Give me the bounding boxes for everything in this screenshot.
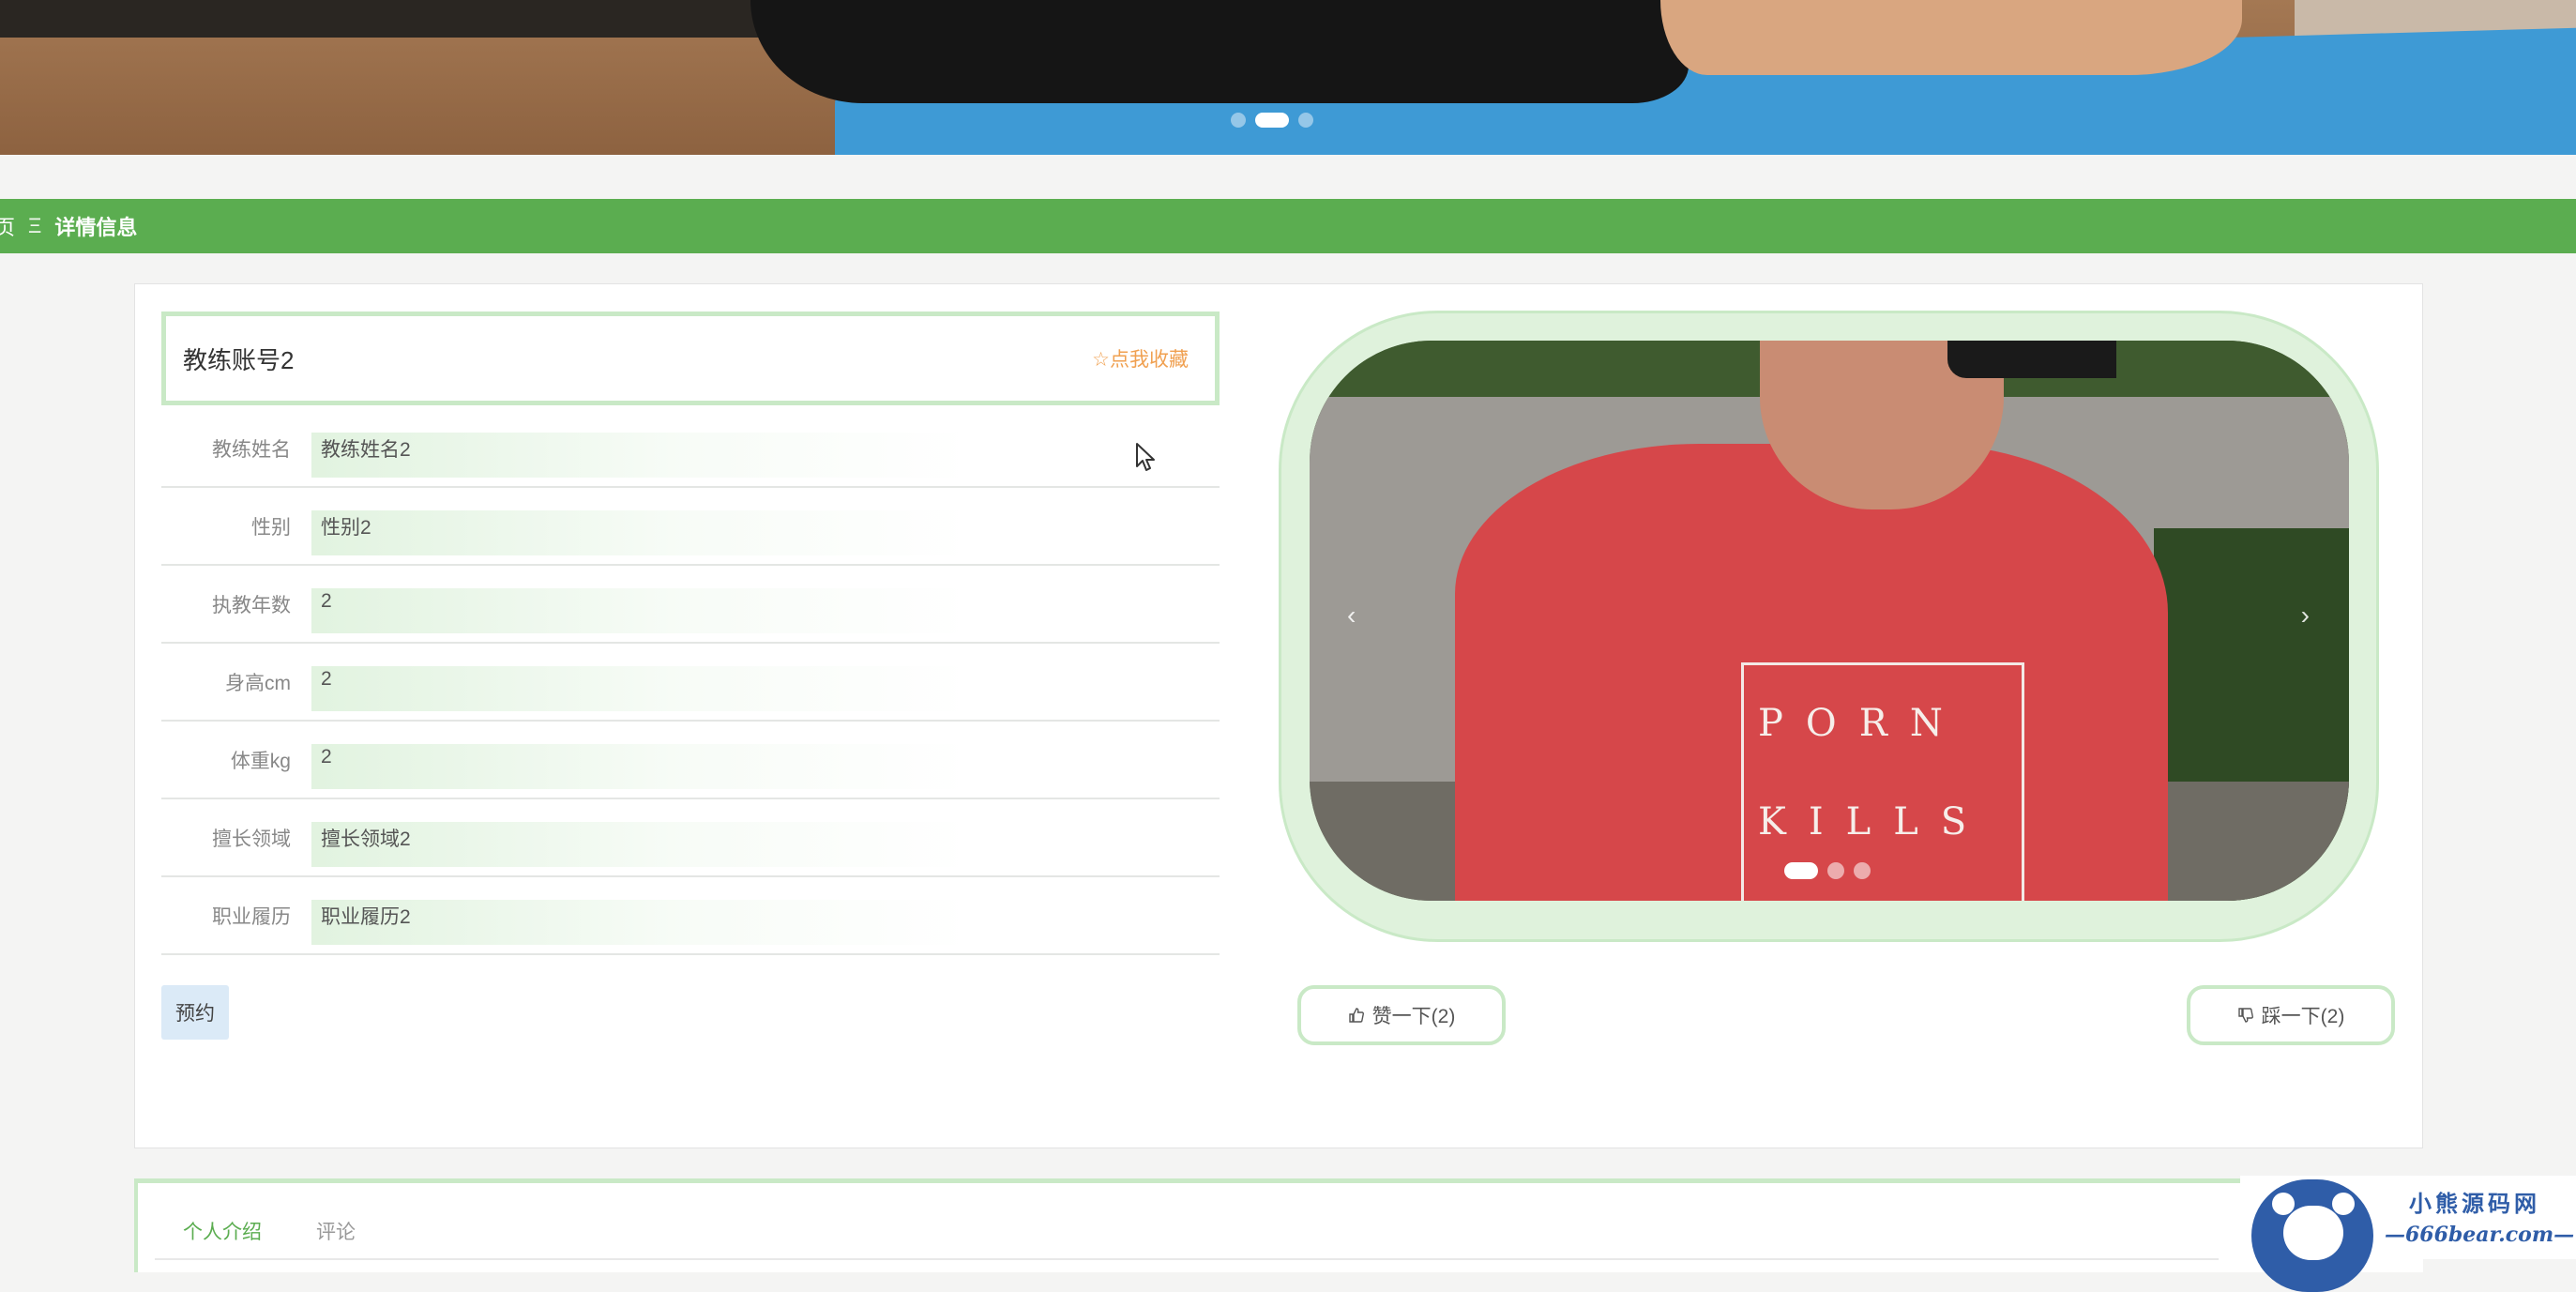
- detail-fields: 教练姓名 教练姓名2 性别 性别2 执教年数 2 身高cm 2 体重kg 2 擅…: [161, 410, 1220, 955]
- photo-shirt-text-2: KILLS: [1758, 800, 1990, 844]
- bear-logo-icon: [2251, 1179, 2373, 1292]
- carousel-next-icon[interactable]: ›: [2301, 600, 2310, 631]
- book-button[interactable]: 预约: [161, 985, 229, 1040]
- tabs-card: 个人介绍 评论: [134, 1178, 2423, 1272]
- field-row: 教练姓名 教练姓名2: [161, 410, 1220, 488]
- field-label: 教练姓名: [212, 439, 291, 461]
- dislike-button[interactable]: 踩一下(2): [2187, 985, 2395, 1045]
- field-highlight: [311, 588, 968, 633]
- hero-banner: [0, 0, 2576, 155]
- field-value: 2: [321, 746, 332, 768]
- like-label: 赞一下(2): [1371, 1006, 1456, 1027]
- carousel-image: PORN KILLS ‹ ›: [1310, 341, 2349, 901]
- tab-personal-intro[interactable]: 个人介绍: [183, 1217, 262, 1245]
- carousel-indicator-2[interactable]: [1827, 862, 1844, 879]
- breadcrumb-current: 详情信息: [54, 216, 138, 239]
- field-row: 性别 性别2: [161, 488, 1220, 566]
- field-label: 体重kg: [230, 751, 291, 772]
- field-row: 身高cm 2: [161, 644, 1220, 722]
- carousel-indicator-3[interactable]: [1854, 862, 1871, 879]
- carousel-prev-icon[interactable]: ‹: [1347, 600, 1356, 631]
- banner-photo-floor: [0, 0, 844, 38]
- bear-face: [2283, 1206, 2343, 1260]
- breadcrumb: 页 Ξ 详情信息: [0, 199, 2576, 253]
- watermark-url: —666bear.com—: [2385, 1223, 2575, 1247]
- photo-shirt-text-1: PORN: [1758, 702, 1965, 745]
- detail-title-box: 教练账号2 ☆点我收藏: [161, 312, 1220, 405]
- field-value: 职业履历2: [321, 906, 411, 928]
- field-label: 执教年数: [212, 595, 291, 616]
- mouse-cursor-icon: [1136, 443, 1155, 471]
- thumbs-down-icon: [2237, 1008, 2253, 1023]
- field-value: 教练姓名2: [321, 439, 411, 461]
- field-value: 2: [321, 668, 332, 690]
- breadcrumb-home-link[interactable]: 页: [0, 211, 15, 241]
- field-row: 擅长领域 擅长领域2: [161, 799, 1220, 877]
- watermark-logo: 小熊源码网 —666bear.com—: [2240, 1176, 2576, 1292]
- tabs-divider: [155, 1258, 2219, 1260]
- favorite-button[interactable]: ☆点我收藏: [1092, 344, 1189, 372]
- bear-ear: [2332, 1193, 2355, 1215]
- carousel-indicator-1[interactable]: [1784, 862, 1818, 879]
- field-row: 执教年数 2: [161, 566, 1220, 644]
- thumbs-up-icon: [1348, 1008, 1364, 1023]
- detail-title: 教练账号2: [183, 345, 295, 374]
- field-label: 身高cm: [225, 673, 291, 694]
- banner-photo-arm: [1660, 0, 2242, 75]
- bear-ear: [2272, 1193, 2295, 1215]
- field-highlight: [311, 744, 968, 789]
- banner-indicator-3[interactable]: [1298, 113, 1313, 128]
- field-value: 擅长领域2: [321, 828, 411, 850]
- watermark-title: 小熊源码网: [2409, 1190, 2540, 1217]
- dislike-label: 踩一下(2): [2261, 1006, 2345, 1027]
- photo-sunglasses: [1947, 341, 2116, 378]
- field-label: 性别: [251, 517, 291, 539]
- banner-indicators: [1231, 113, 1313, 128]
- breadcrumb-separator-icon: Ξ: [28, 214, 42, 237]
- banner-indicator-2[interactable]: [1255, 113, 1289, 128]
- field-label: 擅长领域: [212, 828, 291, 850]
- like-button[interactable]: 赞一下(2): [1297, 985, 1506, 1045]
- field-highlight: [311, 666, 968, 711]
- field-row: 体重kg 2: [161, 722, 1220, 799]
- field-row: 职业履历 职业履历2: [161, 877, 1220, 955]
- field-label: 职业履历: [212, 906, 291, 928]
- field-value: 性别2: [321, 517, 371, 539]
- field-highlight: [311, 510, 968, 555]
- tab-comments[interactable]: 评论: [316, 1217, 356, 1245]
- banner-indicator-1[interactable]: [1231, 113, 1246, 128]
- banner-photo-figure: [750, 0, 1689, 103]
- field-value: 2: [321, 590, 332, 612]
- carousel-indicators: [1784, 862, 1871, 879]
